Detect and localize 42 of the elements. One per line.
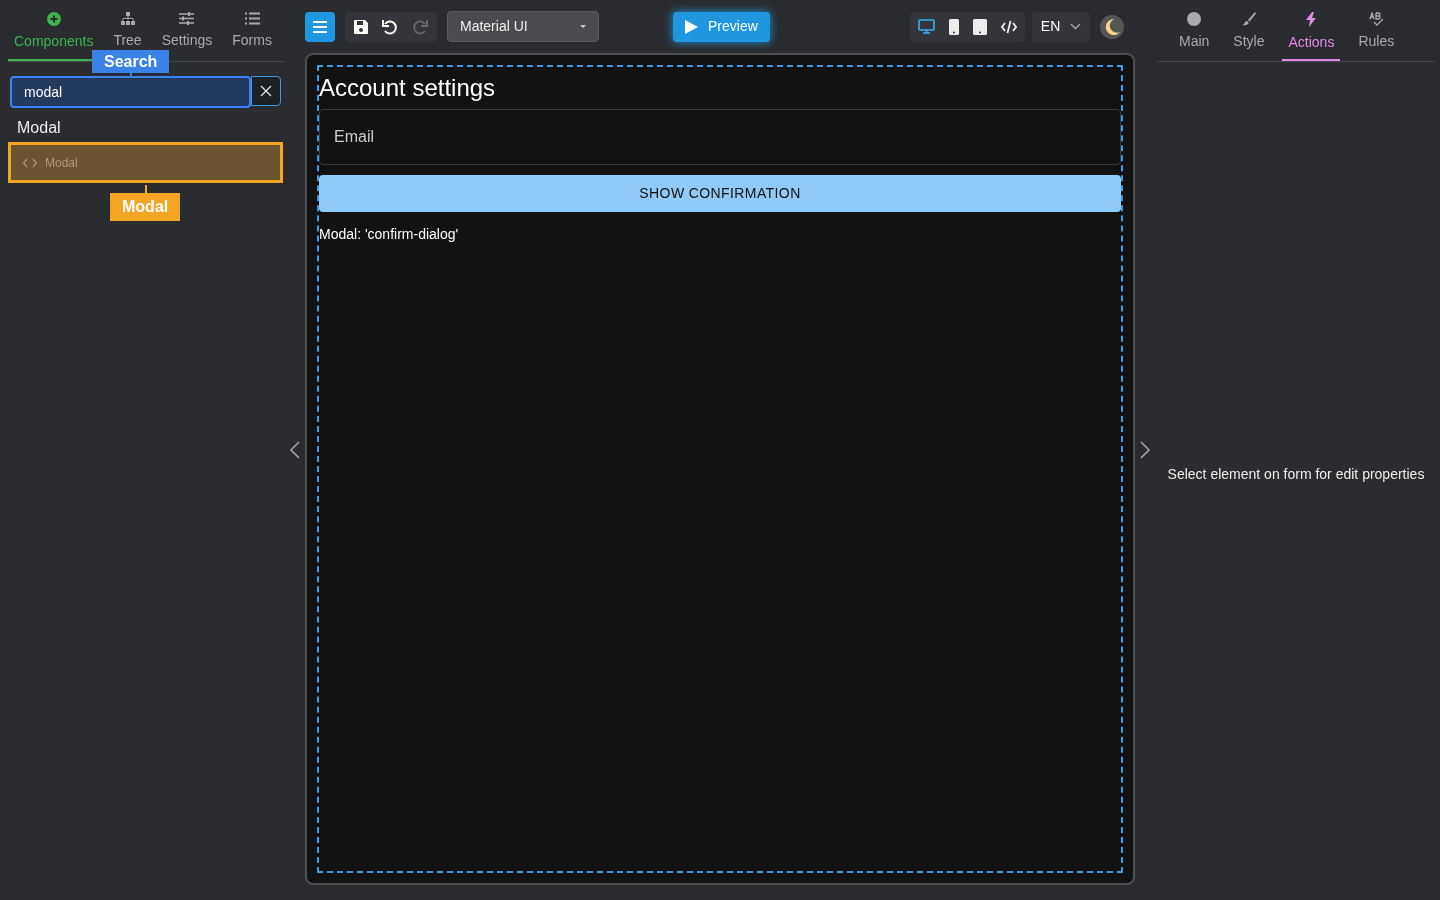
library-select[interactable]: Material UI [447, 11, 599, 42]
email-field[interactable]: Email [319, 109, 1121, 165]
list-icon [244, 12, 260, 25]
form-title: Account settings [319, 73, 497, 103]
language-select[interactable]: EN [1031, 11, 1091, 42]
close-icon [259, 84, 273, 98]
collapse-right-icon[interactable] [1139, 440, 1151, 460]
search-tooltip: Search [92, 50, 170, 73]
menu-button[interactable] [305, 11, 335, 42]
play-icon [685, 19, 698, 34]
bolt-icon [1306, 12, 1317, 27]
menu-icon [312, 19, 328, 34]
save-icon[interactable] [353, 18, 369, 35]
chevron-down-icon [1070, 23, 1082, 30]
plus-icon [46, 12, 61, 26]
brush-icon [1241, 12, 1256, 26]
panel-tab[interactable]: Main [1173, 0, 1216, 61]
sliders-icon [179, 12, 195, 25]
spellcheck-icon [1368, 12, 1384, 26]
preview-button[interactable]: Preview [673, 11, 770, 42]
tablet-icon[interactable] [972, 18, 987, 35]
show-confirmation-button[interactable]: SHOW CONFIRMATION [319, 175, 1121, 212]
circle-icon [1187, 12, 1202, 26]
panel-tab[interactable]: Style [1227, 0, 1271, 61]
empty-message: Select element on form for edit properties [1166, 465, 1426, 484]
collapse-left-icon[interactable] [289, 440, 301, 460]
hierarchy-icon [120, 12, 135, 25]
caret-icon [580, 24, 586, 29]
phone-icon[interactable] [948, 18, 959, 35]
dark-mode-icon[interactable] [1100, 14, 1125, 39]
panel-tab[interactable]: Forms [226, 0, 278, 61]
panel-tab[interactable]: Rules [1352, 0, 1401, 61]
search-field[interactable]: modal [10, 76, 251, 108]
desktop-icon[interactable] [917, 19, 935, 34]
modal-note: Modal: 'confirm-dialog' [319, 225, 460, 244]
panel-tab[interactable]: Actions [1282, 0, 1341, 61]
clear-button[interactable] [251, 76, 281, 106]
group-title: Modal [17, 118, 62, 138]
item-tooltip: Modal [110, 193, 181, 221]
code-icon [23, 157, 37, 168]
code-icon[interactable] [1000, 19, 1017, 34]
undo-icon[interactable] [381, 17, 399, 36]
